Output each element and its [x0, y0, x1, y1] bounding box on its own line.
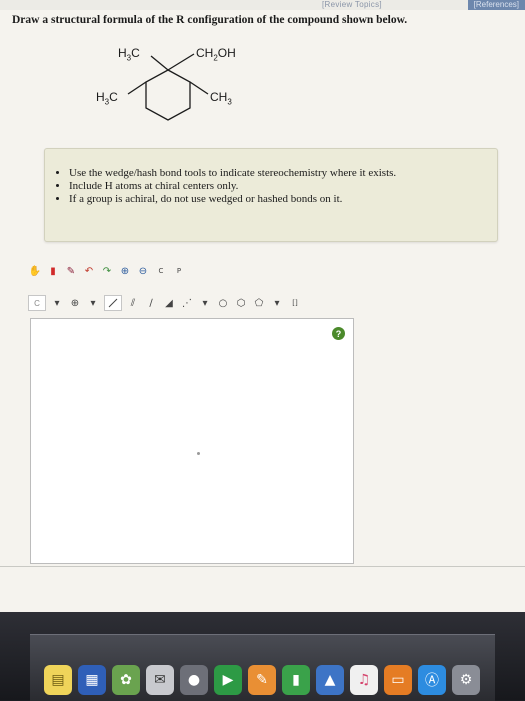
molecule-structure: H3C CH2OH H3C CH3	[88, 40, 288, 140]
help-icon[interactable]: ?	[332, 327, 345, 340]
facetime-icon[interactable]: ▶	[214, 665, 242, 695]
drawing-canvas[interactable]: ?	[30, 318, 354, 564]
bracket-button[interactable]: []	[288, 296, 302, 310]
keynote-icon[interactable]: ▲	[316, 665, 344, 695]
toolbar-row-tools: ✋ ▮ ✎ ↶ ↷ ⊕ ⊖ C P	[28, 262, 186, 280]
ring-cyclohexane-icon[interactable]: ⬡	[234, 296, 248, 310]
ibooks-icon[interactable]: ▭	[384, 665, 412, 695]
app-store-icon[interactable]: Ⓐ	[418, 665, 446, 695]
structure-editor: ✋ ▮ ✎ ↶ ↷ ⊕ ⊖ C P C ▾ ⊕ ▾ ⫽ ∕ ◢ ⋰ ▾ ○ ⬡ …	[28, 258, 356, 564]
pencil-icon[interactable]: ✎	[64, 264, 78, 278]
methyl-left-label: H3C	[96, 90, 118, 107]
itunes-icon[interactable]: ♫	[350, 665, 378, 695]
top-strip	[0, 0, 525, 10]
double-bond-icon[interactable]: ⫽	[126, 296, 140, 310]
mail-icon[interactable]: ✉	[146, 665, 174, 695]
hydroxymethyl-label: CH2OH	[196, 46, 236, 63]
instructions-list: Use the wedge/hash bond tools to indicat…	[53, 167, 497, 206]
hand-icon[interactable]: ✋	[28, 264, 42, 278]
methyl-top-left-label: H3C	[118, 46, 140, 63]
eraser-icon[interactable]: ▮	[46, 264, 60, 278]
separator	[0, 566, 525, 567]
pages-icon[interactable]: ✎	[248, 665, 276, 695]
numbers-icon[interactable]: ▮	[282, 665, 310, 695]
instructions-box: Use the wedge/hash bond tools to indicat…	[44, 148, 498, 242]
zoom-out-icon[interactable]: ⊖	[136, 264, 150, 278]
hash-bond-icon[interactable]: ⋰	[180, 296, 194, 310]
chevron-down-icon[interactable]: ▾	[50, 296, 64, 310]
chevron-down-icon[interactable]: ▾	[198, 296, 212, 310]
chevron-down-icon[interactable]: ▾	[270, 296, 284, 310]
notes-icon[interactable]: ▤	[44, 665, 72, 695]
single-bond-button[interactable]	[104, 295, 122, 311]
chevron-down-icon[interactable]: ▾	[86, 296, 100, 310]
methyl-right-label: CH3	[210, 90, 232, 107]
dock-shelf: ▤ ▦ ✿ ✉ ● ▶ ✎ ▮ ▲ ♫ ▭ Ⓐ ⚙	[30, 634, 495, 701]
toolbar-row-bonds: C ▾ ⊕ ▾ ⫽ ∕ ◢ ⋰ ▾ ○ ⬡ ⬠ ▾ []	[28, 294, 302, 312]
redo-icon[interactable]: ↷	[100, 264, 114, 278]
review-topics-link[interactable]: [Review Topics]	[322, 0, 382, 9]
zoom-in-icon[interactable]: ⊕	[118, 264, 132, 278]
ring-cyclopropane-icon[interactable]: ○	[216, 296, 230, 310]
ring-cyclopentane-icon[interactable]: ⬠	[252, 296, 266, 310]
calendar-icon[interactable]: ▦	[78, 665, 106, 695]
single-bond-icon	[108, 298, 118, 308]
instruction-item: Use the wedge/hash bond tools to indicat…	[69, 167, 497, 180]
wedge-bond-icon[interactable]: ◢	[162, 296, 176, 310]
instruction-item: If a group is achiral, do not use wedged…	[69, 193, 497, 206]
macos-dock: ▤ ▦ ✿ ✉ ● ▶ ✎ ▮ ▲ ♫ ▭ Ⓐ ⚙	[0, 612, 525, 701]
template-icon[interactable]: P	[172, 264, 186, 278]
atom-carbon-button[interactable]: C	[28, 295, 46, 311]
instruction-item: Include H atoms at chiral centers only.	[69, 180, 497, 193]
references-tab[interactable]: [References]	[467, 0, 525, 10]
triple-bond-icon[interactable]: ∕	[144, 296, 158, 310]
cursor-dot	[197, 452, 200, 455]
question-page: [Review Topics] [References] Draw a stru…	[0, 0, 525, 612]
undo-icon[interactable]: ↶	[82, 264, 96, 278]
system-preferences-icon[interactable]: ⚙	[452, 665, 480, 695]
photos-icon[interactable]: ✿	[112, 665, 140, 695]
charge-button[interactable]: ⊕	[68, 296, 82, 310]
messages-icon[interactable]: ●	[180, 665, 208, 695]
question-prompt: Draw a structural formula of the R confi…	[12, 14, 408, 26]
clean-icon[interactable]: C	[154, 264, 168, 278]
